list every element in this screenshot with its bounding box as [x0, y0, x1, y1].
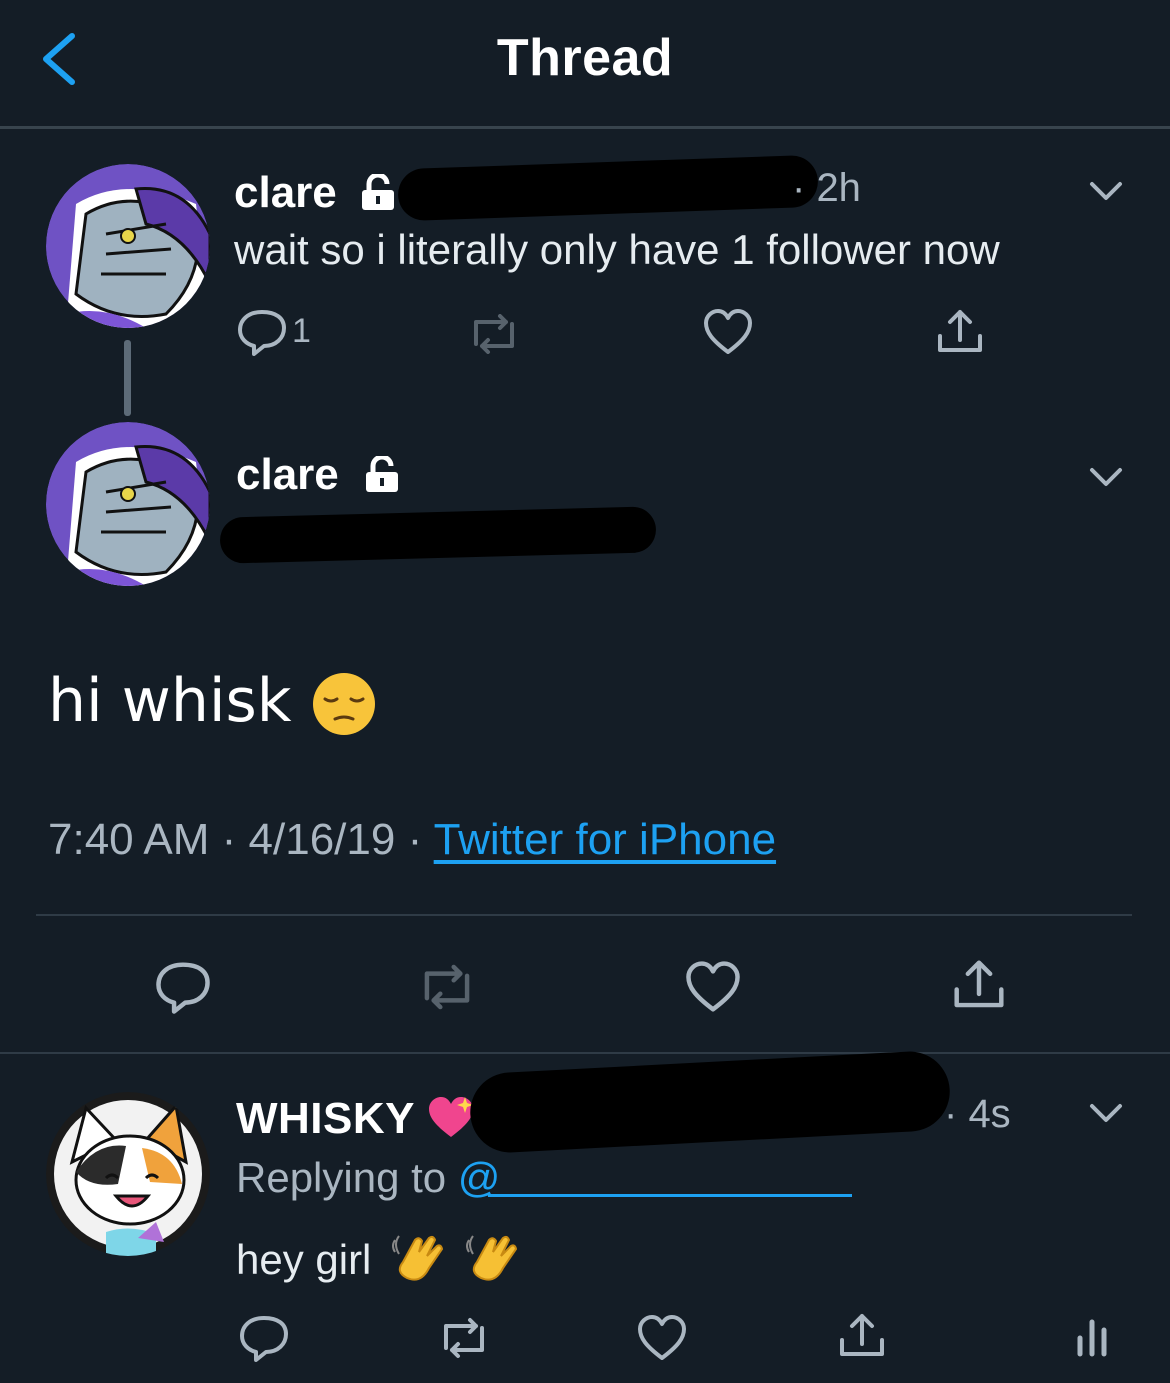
- retweet-icon: [424, 964, 470, 1010]
- tweet-reply[interactable]: WHISKY · 4s Replying to @ hey girl: [0, 1049, 1170, 1383]
- divider: [0, 1052, 1170, 1054]
- reply-count: 1: [292, 312, 311, 350]
- waving-hand-icon: [392, 1235, 444, 1281]
- tweet-date: 4/16/19: [248, 815, 396, 864]
- tweet-metadata: 7:40 AM · 4/16/19 · Twitter for iPhone: [48, 815, 777, 864]
- avatar[interactable]: [46, 422, 210, 586]
- analytics-icon[interactable]: [1066, 1312, 1118, 1364]
- display-name[interactable]: WHISKY: [236, 1094, 475, 1144]
- tweet-parent[interactable]: clare · 2h wait so i literally only have…: [0, 130, 1170, 420]
- page-title: Thread: [496, 29, 674, 87]
- retweet-icon[interactable]: [438, 1312, 490, 1364]
- like-icon[interactable]: [702, 306, 754, 358]
- display-name[interactable]: clare: [234, 168, 337, 218]
- redacted-handle: [468, 1049, 952, 1155]
- share-icon[interactable]: [950, 956, 1008, 1014]
- display-name[interactable]: clare: [236, 450, 339, 500]
- thread-line: [124, 340, 131, 416]
- retweet-icon: [474, 314, 514, 354]
- like-icon[interactable]: [636, 1312, 688, 1364]
- like-icon[interactable]: [684, 958, 742, 1016]
- avatar[interactable]: [46, 164, 210, 328]
- avatar[interactable]: [46, 1092, 210, 1256]
- pensive-face-icon: [312, 673, 375, 736]
- replying-to: Replying to @: [236, 1154, 501, 1201]
- waving-hand-icon: [465, 1235, 517, 1281]
- chevron-down-icon[interactable]: [1086, 462, 1126, 490]
- redacted-handle: [219, 506, 657, 564]
- redacted-handle: [397, 154, 819, 222]
- tweet-time: 7:40 AM: [48, 815, 210, 864]
- tweet-time: · 2h: [792, 166, 861, 210]
- header-divider: [0, 126, 1170, 129]
- sparkling-heart-icon: [428, 1097, 473, 1137]
- top-bar: Thread: [0, 0, 1170, 129]
- share-icon[interactable]: [836, 1310, 888, 1362]
- tweet-text: hey girl: [236, 1232, 525, 1288]
- lock-icon: [362, 174, 394, 210]
- tweet-text: wait so i literally only have 1 follower…: [234, 226, 1000, 273]
- divider: [36, 914, 1132, 916]
- reply-icon[interactable]: [236, 306, 288, 358]
- lock-icon: [366, 456, 398, 492]
- chevron-down-icon[interactable]: [1086, 176, 1126, 204]
- share-icon[interactable]: [934, 306, 986, 358]
- chevron-down-icon[interactable]: [1086, 1098, 1126, 1126]
- reply-icon[interactable]: [238, 1312, 290, 1364]
- tweet-time: · 4s: [944, 1092, 1011, 1136]
- link-underline: [488, 1194, 852, 1197]
- reply-icon[interactable]: [154, 958, 212, 1016]
- tweet-text: hi whisk: [48, 666, 377, 737]
- source-link[interactable]: Twitter for iPhone: [434, 815, 776, 864]
